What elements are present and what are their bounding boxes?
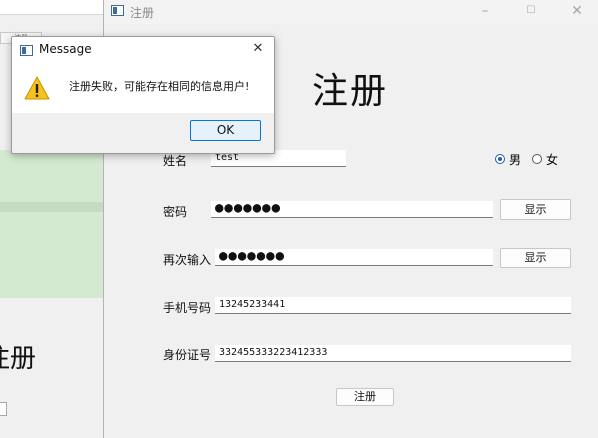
gender-male-radio[interactable]: 男 [495, 151, 521, 167]
dialog-titlebar[interactable]: Message ✕ [12, 37, 274, 63]
maximize-button[interactable]: ☐ [508, 0, 554, 24]
register-submit-button[interactable]: 注册 [336, 388, 394, 406]
phone-input[interactable]: 13245233441 [215, 297, 571, 314]
message-dialog: Message ✕ 注册失败，可能存在相同的信息用户! OK [11, 36, 275, 154]
background-heading: 注册 [0, 344, 37, 374]
dialog-message: 注册失败，可能存在相同的信息用户! [69, 80, 250, 93]
password-show-button[interactable]: 显示 [500, 199, 571, 220]
dialog-app-icon [20, 45, 33, 56]
password-input[interactable]: ●●●●●●● [211, 201, 493, 218]
name-label: 姓名 [163, 154, 188, 168]
background-panel-divider [0, 202, 110, 212]
page-title: 注册 [312, 71, 389, 112]
warning-icon [24, 76, 50, 100]
background-window-titlebar [0, 0, 110, 15]
confirm-password-label: 再次输入 [163, 253, 212, 267]
confirm-password-input[interactable]: ●●●●●●● [215, 249, 493, 266]
dialog-close-button[interactable]: ✕ [247, 40, 269, 58]
password-label: 密码 [163, 205, 188, 219]
radio-checked-icon [495, 154, 505, 164]
background-input[interactable] [0, 402, 7, 416]
confirm-show-button[interactable]: 显示 [500, 248, 571, 268]
background-panel [0, 150, 110, 202]
window-app-icon [111, 5, 124, 16]
gender-female-label: 女 [546, 152, 559, 167]
dialog-ok-button[interactable]: OK [190, 120, 261, 141]
close-button[interactable]: ✕ [554, 0, 598, 24]
dialog-title: Message [39, 42, 92, 56]
window-title: 注册 [130, 6, 155, 20]
gender-female-radio[interactable]: 女 [532, 151, 558, 167]
radio-unchecked-icon [532, 154, 542, 164]
window-titlebar[interactable]: 注册 – ☐ ✕ [104, 0, 598, 24]
gender-male-label: 男 [509, 152, 522, 167]
id-number-label: 身份证号 [163, 348, 212, 362]
background-panel [0, 212, 110, 298]
dialog-body: 注册失败，可能存在相同的信息用户! [12, 63, 274, 113]
phone-label: 手机号码 [163, 301, 212, 315]
id-number-input[interactable]: 332455333223412333 [215, 345, 571, 362]
minimize-button[interactable]: – [462, 0, 508, 24]
